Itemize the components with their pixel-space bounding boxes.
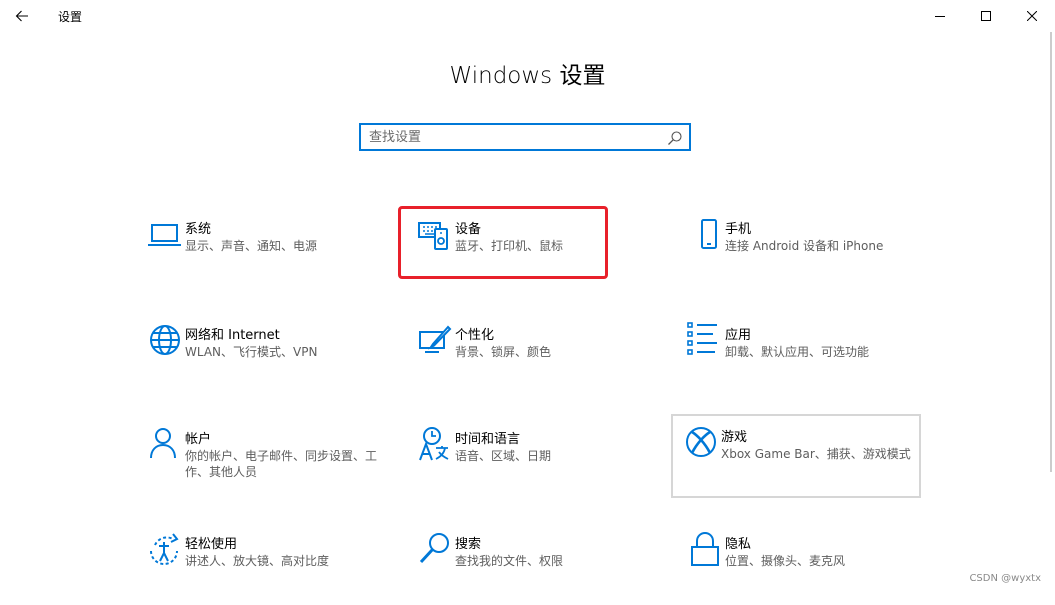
tile-name: 手机 [725,222,752,237]
time-language-icon [419,427,449,461]
tile-name: 系统 [185,222,212,237]
search-icon [419,533,449,564]
maximize-button[interactable] [963,0,1009,32]
tile-privacy[interactable]: 隐私 位置、摄像头、麦克风 [675,521,925,605]
tile-desc: 连接 Android 设备和 iPhone [725,239,884,253]
tile-apps[interactable]: 应用 卸载、默认应用、可选功能 [675,312,925,396]
tile-desc: Xbox Game Bar、捕获、游戏模式 [721,447,911,461]
tile-name: 个性化 [455,328,495,343]
person-icon [150,428,176,459]
tile-desc: 查找我的文件、权限 [455,554,564,568]
search-input[interactable] [369,128,659,146]
tile-desc: 你的帐户、电子邮件、同步设置、工作、其他人员 [185,449,378,479]
tile-name: 轻松使用 [185,537,238,552]
maximize-icon [981,11,991,21]
tile-ease-of-access[interactable]: 轻松使用 讲述人、放大镜、高对比度 [135,521,385,605]
xbox-icon [686,427,716,457]
apps-list-icon [687,322,717,355]
tile-name: 时间和语言 [455,432,521,447]
tile-network[interactable]: 网络和 Internet WLAN、飞行模式、VPN [135,312,385,396]
tile-desc: 背景、锁屏、颜色 [455,345,552,359]
magnifier-icon[interactable] [667,130,683,146]
tile-phone[interactable]: 手机 连接 Android 设备和 iPhone [675,206,925,290]
tile-desc: WLAN、飞行模式、VPN [185,345,318,359]
back-button[interactable] [8,2,36,30]
title-bar: 设置 [0,0,1055,32]
close-icon [1027,11,1037,21]
tile-desc: 语音、区域、日期 [455,449,552,463]
annotation-highlight-box [398,206,608,279]
tile-name: 游戏 [721,430,748,445]
personalization-icon [419,325,452,353]
tile-time-language[interactable]: 时间和语言 语音、区域、日期 [405,416,655,500]
tile-gaming[interactable]: 游戏 Xbox Game Bar、捕获、游戏模式 [671,414,921,498]
tile-desc: 位置、摄像头、麦克风 [725,554,846,568]
watermark: CSDN @wyxtx [969,573,1041,584]
tile-name: 帐户 [185,432,212,447]
minimize-button[interactable] [917,0,963,32]
laptop-icon [148,224,181,246]
tile-name: 应用 [725,328,752,343]
ease-of-access-icon [150,533,179,565]
lock-icon [691,532,719,566]
scrollbar-track[interactable] [1050,32,1052,472]
arrow-left-icon [15,10,28,22]
phone-icon [701,219,717,249]
search-box[interactable] [359,123,691,151]
tile-search[interactable]: 搜索 查找我的文件、权限 [405,521,655,605]
tile-name: 搜索 [455,537,482,552]
globe-icon [150,325,180,355]
tile-accounts[interactable]: 帐户 你的帐户、电子邮件、同步设置、工作、其他人员 [135,416,385,500]
tile-name: 隐私 [725,537,752,552]
close-button[interactable] [1009,0,1055,32]
tile-desc: 讲述人、放大镜、高对比度 [185,554,330,568]
window-title: 设置 [58,10,83,24]
tile-desc: 显示、声音、通知、电源 [185,239,318,253]
tile-desc: 卸载、默认应用、可选功能 [725,345,870,359]
tile-personalization[interactable]: 个性化 背景、锁屏、颜色 [405,312,655,396]
tile-name: 网络和 Internet [185,328,280,343]
tile-system[interactable]: 系统 显示、声音、通知、电源 [135,206,385,290]
minimize-icon [935,16,945,17]
page-title: Windows 设置 [449,63,606,89]
